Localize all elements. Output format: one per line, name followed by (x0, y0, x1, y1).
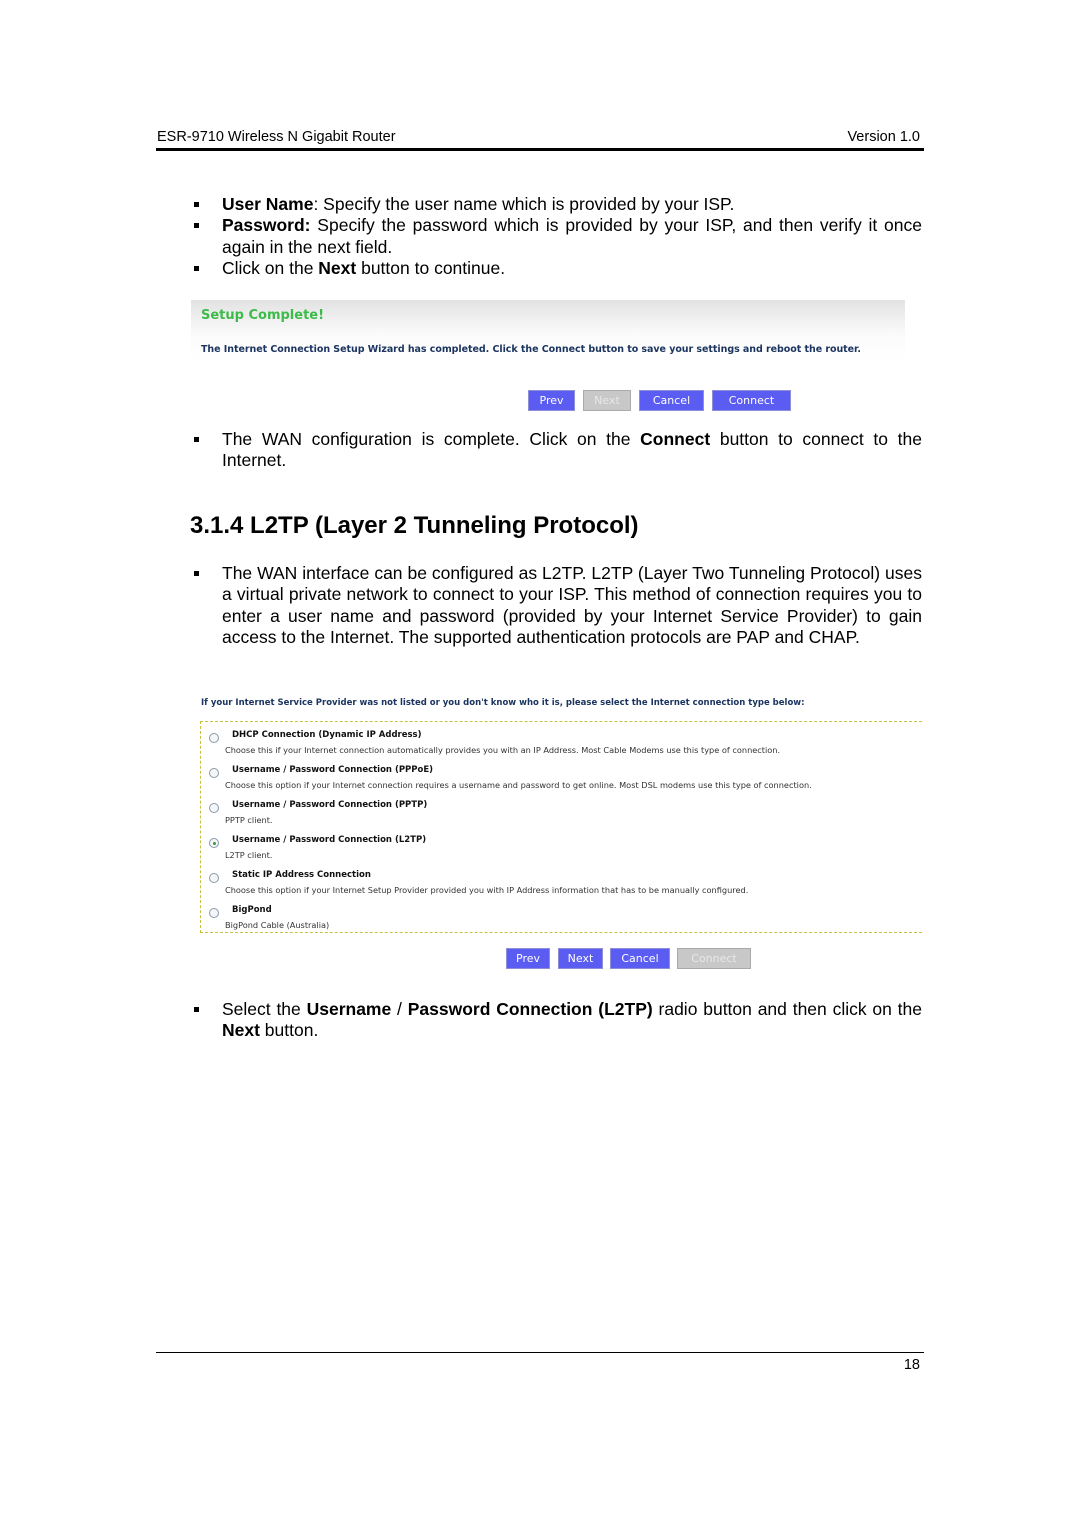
radio-button[interactable] (209, 733, 219, 743)
radio-button[interactable] (209, 803, 219, 813)
bullet-text: Select the (222, 999, 307, 1019)
bullet-click-next: Click on the Next button to continue. (190, 258, 922, 279)
bullet-term: Password: (222, 215, 311, 236)
option-hint: Choose this option if your Internet Setu… (225, 885, 749, 895)
setup-complete-panel: Setup Complete! The Internet Connection … (191, 300, 905, 363)
option-label: Username / Password Connection (L2TP) (232, 835, 427, 845)
radio-button-selected[interactable] (209, 838, 219, 848)
section-bullet-list: The WAN interface can be configured as L… (190, 563, 922, 648)
bullet-text: : Specify the user name which is provide… (313, 194, 735, 214)
option-hint: Choose this if your Internet connection … (225, 745, 781, 755)
cancel-button[interactable]: Cancel (639, 390, 704, 411)
radio-button[interactable] (209, 768, 219, 778)
next-button-disabled: Next (583, 390, 631, 411)
intro-bullet-list: User Name: Specify the user name which i… (190, 194, 922, 279)
radio-button[interactable] (209, 908, 219, 918)
document-version: Version 1.0 (847, 129, 920, 145)
bullet-square-icon (194, 265, 199, 271)
bullet-password: Password: Specify the password which is … (190, 215, 922, 258)
bullet-term: Next (222, 1020, 260, 1041)
bullet-text: Specify the password which is provided b… (222, 215, 922, 257)
document-title: ESR-9710 Wireless N Gigabit Router (157, 129, 396, 145)
option-hint: PPTP client. (225, 815, 273, 825)
bullet-square-icon (194, 1007, 199, 1012)
next-button[interactable]: Next (558, 948, 603, 969)
setup-complete-title: Setup Complete! (201, 308, 325, 323)
bullet-term: Password Connection (L2TP) (407, 999, 653, 1019)
bullet-square-icon (194, 437, 199, 442)
bullet-wan-complete: The WAN configuration is complete. Click… (190, 429, 922, 472)
cancel-button[interactable]: Cancel (610, 948, 670, 969)
bullet-square-icon (194, 202, 199, 207)
option-label: Username / Password Connection (PPPoE) (232, 765, 434, 775)
final-bullet-list: Select the Username / Password Connectio… (190, 999, 922, 1042)
option-hint: L2TP client. (225, 850, 273, 860)
radio-button[interactable] (209, 873, 219, 883)
connect-button[interactable]: Connect (712, 390, 791, 411)
prev-button[interactable]: Prev (506, 948, 550, 969)
bullet-text: / (391, 999, 408, 1019)
section-heading: 3.1.4 L2TP (Layer 2 Tunneling Protocol) (190, 512, 639, 539)
bullet-text: button to continue. (356, 257, 506, 278)
bullet-square-icon (194, 223, 199, 229)
bullet-text: button. (259, 1020, 319, 1041)
bullet-term: User Name (222, 194, 314, 214)
connection-type-intro: If your Internet Service Provider was no… (201, 698, 805, 708)
bullet-text: The WAN configuration is complete. Click… (222, 429, 641, 449)
bullet-term: Connect (640, 429, 711, 449)
option-label: BigPond (232, 905, 272, 915)
header-divider (156, 148, 924, 151)
page-number: 18 (903, 1357, 920, 1373)
bullet-select-l2tp: Select the Username / Password Connectio… (190, 999, 922, 1042)
bullet-text: The WAN interface can be configured as L… (222, 563, 922, 647)
bullet-term: Username (306, 999, 392, 1019)
bullet-text: Click on the (222, 257, 319, 278)
bullet-l2tp-description: The WAN interface can be configured as L… (190, 563, 922, 648)
bullet-term: Next (318, 257, 357, 278)
setup-complete-description: The Internet Connection Setup Wizard has… (201, 344, 861, 355)
option-hint: Choose this option if your Internet conn… (225, 780, 812, 790)
option-hint: BigPond Cable (Australia) (225, 920, 330, 930)
wan-complete-bullet-list: The WAN configuration is complete. Click… (190, 429, 922, 472)
option-label: DHCP Connection (Dynamic IP Address) (232, 730, 422, 740)
connect-button-disabled: Connect (677, 948, 751, 969)
prev-button[interactable]: Prev (528, 390, 575, 411)
bullet-square-icon (194, 571, 199, 576)
option-label: Username / Password Connection (PPTP) (232, 800, 428, 810)
footer-divider (156, 1352, 924, 1353)
option-label: Static IP Address Connection (232, 870, 371, 880)
connection-type-options: DHCP Connection (Dynamic IP Address) Cho… (200, 721, 922, 933)
bullet-text: radio button and then click on the (652, 999, 923, 1019)
bullet-user-name: User Name: Specify the user name which i… (190, 194, 922, 215)
